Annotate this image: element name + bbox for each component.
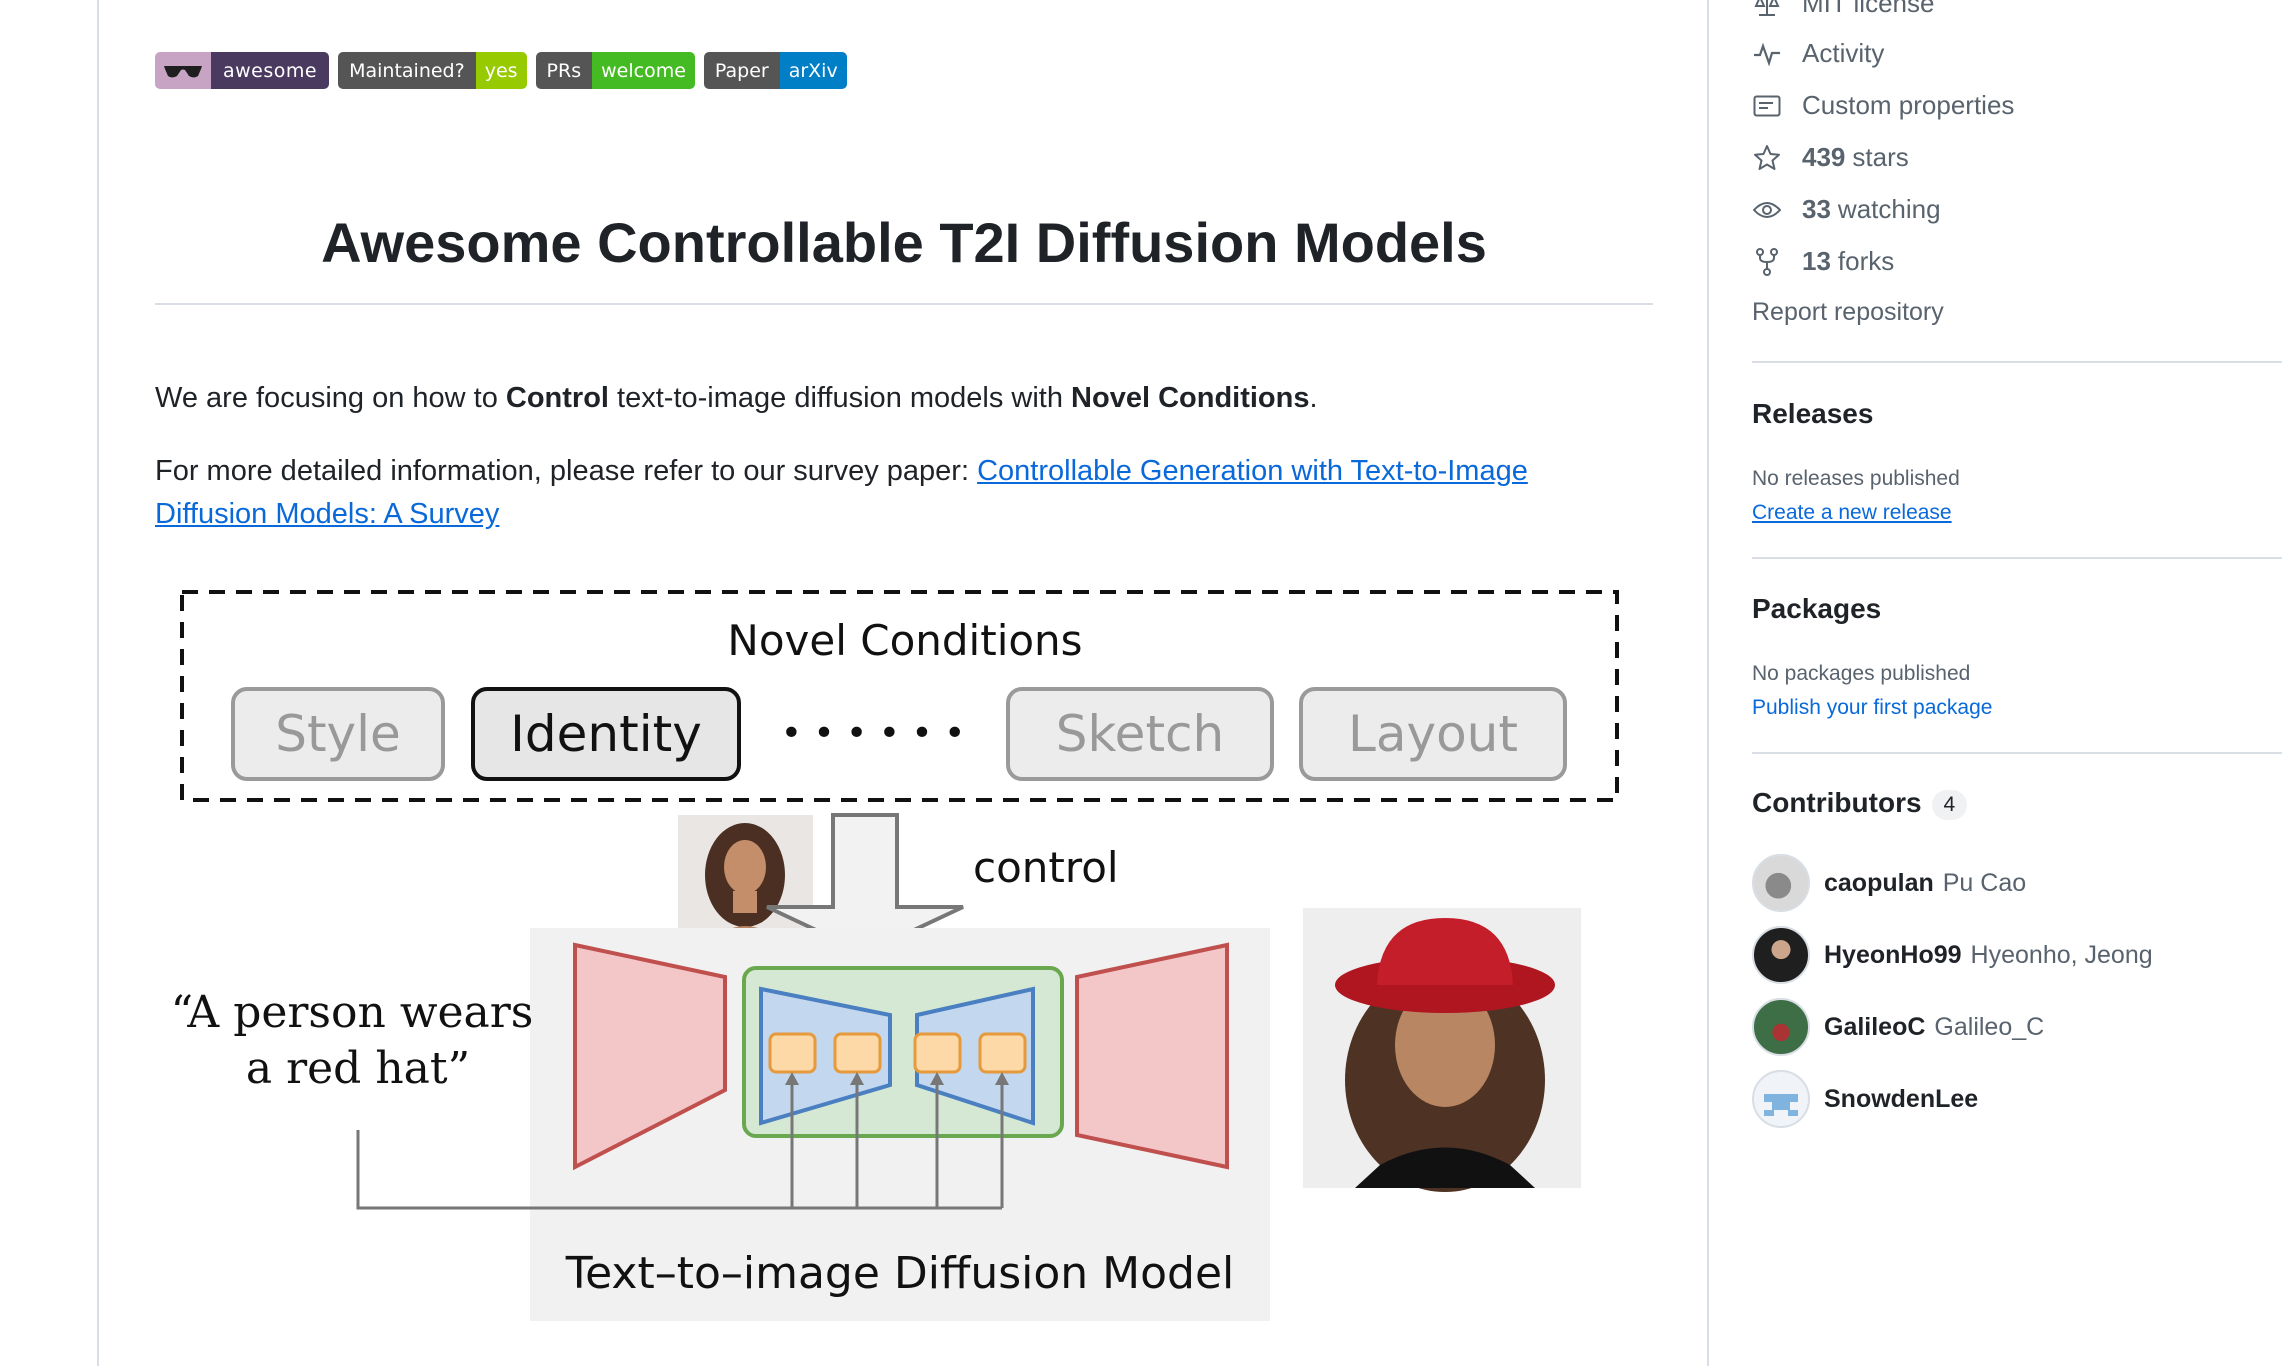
report-repository-link[interactable]: Report repository (1752, 298, 1944, 327)
prompt-text-line-2: a red hat” (246, 1043, 470, 1094)
paper-arxiv-badge[interactable]: Paper arXiv (703, 52, 847, 89)
left-border (97, 0, 99, 1366)
conditions-ellipsis: • • • • • • (781, 713, 966, 754)
create-release-link[interactable]: Create a new release (1752, 501, 1952, 525)
column-divider (1707, 0, 1709, 1366)
eye-icon (1752, 195, 1782, 225)
activity-link[interactable]: Activity (1752, 38, 1884, 69)
custom-properties-label: Custom properties (1802, 90, 2015, 120)
stars-label: stars (1852, 142, 1909, 172)
attention-block-2 (833, 1032, 882, 1074)
attention-block-3 (913, 1032, 962, 1074)
no-releases-text: No releases published (1752, 467, 1960, 490)
control-label: control (973, 843, 1119, 892)
sketch-condition-label: Sketch (1056, 705, 1224, 763)
stars-link[interactable]: 439 stars (1752, 142, 1909, 173)
sunglasses-icon (155, 52, 211, 89)
activity-label: Activity (1802, 38, 1885, 68)
license-link[interactable]: MIT license (1752, 0, 1934, 19)
intro-bold-control: Control (505, 382, 609, 414)
style-condition-label: Style (275, 705, 401, 763)
stars-count: 439 (1802, 142, 1846, 172)
avatar (1752, 1070, 1810, 1128)
awesome-badge[interactable]: awesome (155, 52, 330, 89)
survey-paragraph: For more detailed information, please re… (155, 450, 1615, 536)
prs-welcome-badge[interactable]: PRs welcome (535, 52, 695, 89)
intro-text-1: We are focusing on how to (155, 382, 506, 414)
contributor-item[interactable]: caopulan Pu Cao (1752, 854, 2026, 912)
contributors-count: 4 (1931, 789, 1968, 820)
packages-heading[interactable]: Packages (1752, 593, 1881, 625)
contributors-title: Contributors (1752, 787, 1922, 818)
prompt-text-line-1: “A person wears (171, 987, 534, 1038)
sidebar-divider-2 (1752, 557, 2282, 559)
license-label: MIT license (1802, 0, 1935, 18)
identity-reference-photo (678, 815, 813, 947)
survey-link-line-2: Diffusion Models: A Survey (155, 498, 500, 530)
sidebar-divider-1 (1752, 361, 2282, 363)
readme-title: Awesome Controllable T2I Diffusion Model… (321, 211, 1487, 274)
title-divider (155, 303, 1653, 305)
no-packages-text: No packages published (1752, 662, 1971, 685)
contributor-login: SnowdenLee (1824, 1084, 1979, 1113)
method-diagram: Novel Conditions Style Identity • • • • … (155, 575, 1635, 1325)
intro-text-3: . (1309, 382, 1318, 414)
generated-output-photo (1303, 908, 1581, 1192)
intro-bold-conditions: Novel Conditions (1071, 382, 1310, 414)
forks-label: forks (1837, 246, 1895, 276)
intro-paragraph: We are focusing on how to Control text-t… (155, 377, 1615, 420)
identity-condition-label: Identity (510, 705, 702, 763)
novel-conditions-heading: Novel Conditions (727, 616, 1082, 665)
attention-block-4 (978, 1032, 1027, 1074)
contributor-name: Pu Cao (1942, 868, 2027, 897)
contributor-item[interactable]: HyeonHo99 Hyeonho, Jeong (1752, 926, 2153, 984)
contributor-name: Hyeonho, Jeong (1970, 940, 2153, 969)
pulse-icon (1752, 39, 1782, 69)
releases-heading[interactable]: Releases (1752, 398, 1873, 430)
forks-count: 13 (1802, 246, 1831, 276)
custom-properties-link[interactable]: Custom properties (1752, 90, 2014, 121)
layout-condition-label: Layout (1348, 705, 1518, 763)
intro-text-2: text-to-image diffusion models with (608, 382, 1072, 414)
survey-link-line-1: Controllable Generation with Text-to-Ima… (977, 455, 1528, 487)
contributor-login: HyeonHo99 (1824, 940, 1962, 969)
survey-text: For more detailed information, please re… (155, 455, 978, 487)
star-icon (1752, 143, 1782, 173)
model-label: Text–to–image Diffusion Model (565, 1248, 1235, 1299)
badge-row: awesome Maintained? yes PRs welcome Pape… (155, 52, 847, 89)
avatar (1752, 854, 1810, 912)
avatar (1752, 926, 1810, 984)
attention-block-1 (768, 1032, 817, 1074)
contributor-login: GalileoC (1824, 1012, 1926, 1041)
contributor-login: caopulan (1824, 868, 1934, 897)
watchers-count: 33 (1802, 194, 1831, 224)
watchers-label: watching (1837, 194, 1941, 224)
watchers-link[interactable]: 33 watching (1752, 194, 1941, 225)
contributor-name: Galileo_C (1934, 1012, 2045, 1041)
contributor-item[interactable]: SnowdenLee (1752, 1070, 1987, 1128)
avatar (1752, 998, 1810, 1056)
contributor-item[interactable]: GalileoC Galileo_C (1752, 998, 2044, 1056)
forks-link[interactable]: 13 forks (1752, 246, 1894, 277)
scale-icon (1752, 0, 1782, 19)
publish-package-link[interactable]: Publish your first package (1752, 696, 1992, 720)
fork-icon (1752, 247, 1782, 277)
maintained-badge[interactable]: Maintained? yes (338, 52, 527, 89)
decoder-block (1075, 942, 1229, 1170)
sidebar-divider-3 (1752, 752, 2282, 754)
contributors-heading[interactable]: Contributors 4 (1752, 787, 1968, 820)
note-icon (1752, 91, 1782, 121)
